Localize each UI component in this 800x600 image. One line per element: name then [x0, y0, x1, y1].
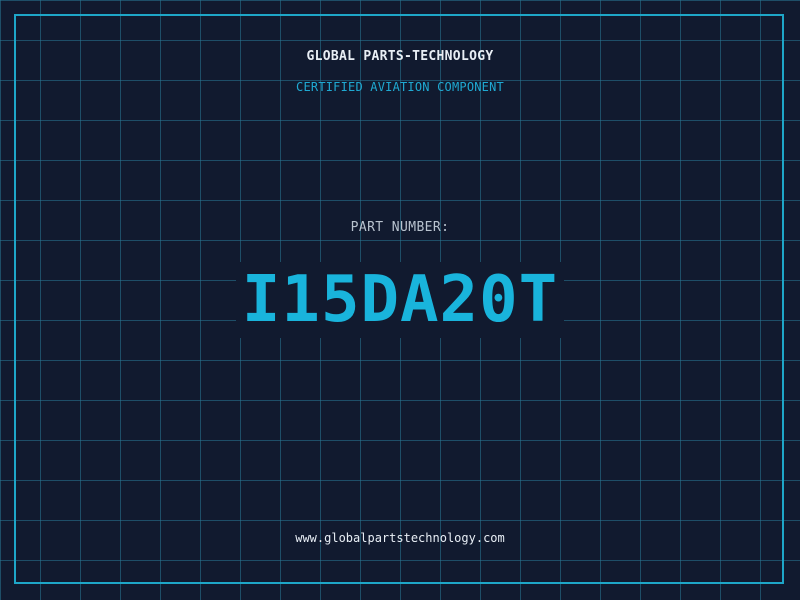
part-number-container: I15DA20T	[0, 262, 800, 338]
website-url: www.globalpartstechnology.com	[295, 531, 505, 545]
label-card: GLOBAL PARTS-TECHNOLOGY CERTIFIED AVIATI…	[0, 0, 800, 600]
part-number-value: I15DA20T	[235, 262, 565, 338]
brand-title: GLOBAL PARTS-TECHNOLOGY	[306, 49, 494, 64]
part-number-label: PART NUMBER:	[350, 220, 450, 235]
certification-subtitle: CERTIFIED AVIATION COMPONENT	[296, 80, 504, 94]
